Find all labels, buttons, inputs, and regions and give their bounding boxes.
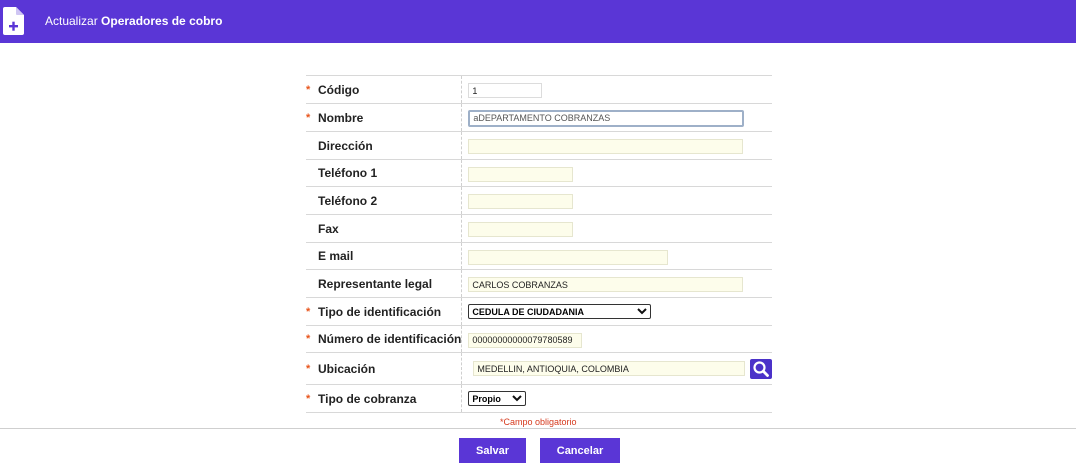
email-input[interactable] bbox=[468, 249, 669, 265]
required-note-text: Campo obligatorio bbox=[503, 417, 577, 427]
required-mark: * bbox=[306, 362, 311, 375]
header-bar: Actualizar Operadores de cobro bbox=[0, 0, 1076, 43]
form-row-direccion: Dirección bbox=[306, 131, 772, 160]
tipo-id-label: Tipo de identificación bbox=[318, 304, 442, 319]
form-row-telefono1: Teléfono 1 bbox=[306, 159, 772, 187]
required-mark: * bbox=[306, 392, 311, 405]
tipo-cobranza-label: Tipo de cobranza bbox=[318, 391, 417, 406]
nombre-label: Nombre bbox=[318, 110, 364, 125]
codigo-input[interactable] bbox=[468, 83, 543, 98]
required-mark: * bbox=[306, 333, 311, 345]
tipo-cobranza-value: Propio bbox=[472, 393, 501, 404]
required-note: *Campo obligatorio bbox=[500, 417, 577, 427]
email-label: E mail bbox=[318, 249, 354, 263]
fax-label: Fax bbox=[318, 221, 339, 236]
search-icon bbox=[753, 360, 769, 377]
telefono1-input[interactable] bbox=[468, 166, 574, 182]
telefono1-label: Teléfono 1 bbox=[318, 166, 378, 180]
form-row-numero-id: * Número de identificación bbox=[306, 325, 772, 353]
tipo-cobranza-select[interactable]: Propio bbox=[468, 391, 527, 406]
form-row-tipo-cobranza: * Tipo de cobranza Propio bbox=[306, 384, 772, 413]
chevron-down-icon bbox=[637, 308, 648, 315]
form-row-representante: Representante legal bbox=[306, 269, 772, 298]
representante-input[interactable] bbox=[468, 277, 744, 292]
required-mark: * bbox=[306, 83, 311, 96]
title-main: Operadores de cobro bbox=[101, 14, 223, 28]
tipo-id-value: CEDULA DE CIUDADANIA bbox=[472, 306, 585, 317]
form-row-email: E mail bbox=[306, 242, 772, 270]
footer-divider bbox=[0, 428, 1076, 429]
chevron-down-icon bbox=[512, 395, 523, 402]
operator-form: * Código * Nombre Dirección Teléfono 1 bbox=[306, 75, 772, 413]
title-prefix: Actualizar bbox=[45, 14, 98, 28]
save-button[interactable]: Salvar bbox=[459, 438, 526, 463]
tipo-id-select[interactable]: CEDULA DE CIUDADANIA bbox=[468, 304, 652, 319]
nombre-input[interactable] bbox=[468, 109, 745, 127]
numero-id-label: Número de identificación bbox=[318, 332, 462, 346]
form-row-tipo-id: * Tipo de identificación CEDULA DE CIUDA… bbox=[306, 297, 772, 326]
representante-label: Representante legal bbox=[318, 276, 433, 291]
form-row-fax: Fax bbox=[306, 214, 772, 243]
form-row-codigo: * Código bbox=[306, 75, 772, 104]
form-row-ubicacion: * Ubicación bbox=[306, 352, 772, 385]
telefono2-input[interactable] bbox=[468, 194, 574, 209]
ubicacion-search-button[interactable] bbox=[749, 358, 772, 379]
direccion-label: Dirección bbox=[318, 138, 373, 153]
required-mark: * bbox=[306, 305, 311, 318]
direccion-input[interactable] bbox=[468, 139, 744, 154]
cancel-button[interactable]: Cancelar bbox=[540, 438, 620, 463]
codigo-label: Código bbox=[318, 82, 360, 97]
required-mark: * bbox=[306, 111, 311, 124]
ubicacion-input[interactable] bbox=[473, 361, 746, 376]
fax-input[interactable] bbox=[468, 222, 574, 237]
document-add-icon bbox=[3, 7, 24, 35]
ubicacion-label: Ubicación bbox=[318, 361, 376, 376]
form-row-nombre: * Nombre bbox=[306, 103, 772, 132]
numero-id-input[interactable] bbox=[468, 332, 583, 348]
page-title: Actualizar Operadores de cobro bbox=[45, 13, 222, 29]
telefono2-label: Teléfono 2 bbox=[318, 193, 378, 208]
form-row-telefono2: Teléfono 2 bbox=[306, 186, 772, 215]
